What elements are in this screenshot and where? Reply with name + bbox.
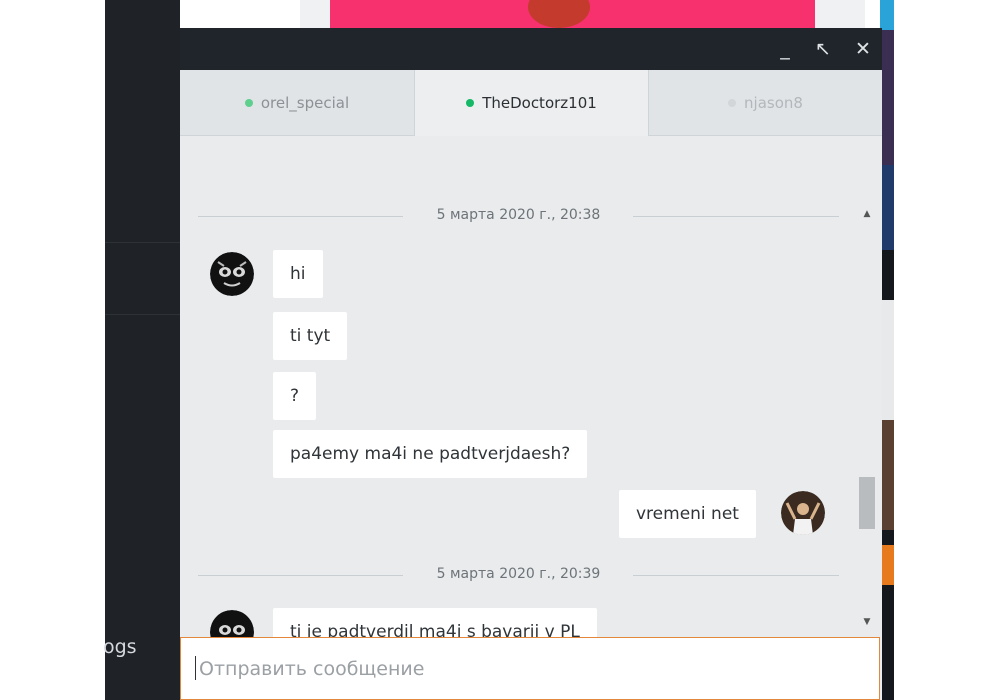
incoming-message: pa4emy ma4i ne padtverjdaesh?	[273, 430, 588, 478]
tab-orel-special[interactable]: orel_special	[180, 70, 414, 136]
incoming-message: ?	[273, 372, 317, 420]
scroll-up-arrow-icon[interactable]: ▲	[858, 206, 876, 222]
date-separator: 5 марта 2020 г., 20:39	[198, 566, 839, 586]
tab-thedoctorz101[interactable]: TheDoctorz101	[415, 70, 648, 136]
offline-status-dot	[728, 98, 737, 107]
background-banner-image	[528, 0, 590, 28]
tab-label: njason8	[744, 93, 803, 112]
online-status-dot	[244, 98, 253, 107]
date-label: 5 марта 2020 г., 20:39	[436, 566, 601, 582]
message-input-box[interactable]	[180, 637, 880, 700]
divider	[105, 242, 180, 243]
incoming-message: ti tyt	[273, 312, 348, 360]
tab-njason8[interactable]: njason8	[649, 70, 882, 136]
scroll-down-arrow-icon[interactable]: ▼	[858, 614, 876, 630]
close-button[interactable]: ✕	[850, 36, 876, 62]
chat-window: _ ↖ ✕ orel_special TheDoctorz101 njason8…	[180, 28, 882, 700]
text-caret	[195, 656, 196, 680]
messages-scrollbar[interactable]: ▲ ▼	[858, 206, 876, 636]
user-avatar[interactable]	[210, 252, 254, 296]
background-banner	[330, 0, 815, 28]
tab-label: TheDoctorz101	[482, 94, 597, 112]
my-avatar[interactable]	[781, 491, 825, 535]
minimize-button[interactable]: _	[772, 36, 798, 62]
outgoing-message: vremeni net	[619, 490, 756, 538]
divider	[105, 314, 180, 315]
expand-button[interactable]: ↖	[810, 36, 836, 62]
incoming-message: hi	[273, 250, 323, 298]
background-right-strip	[880, 0, 894, 700]
background-left-panel: ogs	[103, 0, 180, 700]
chat-tabs: orel_special TheDoctorz101 njason8	[180, 70, 882, 136]
message-input[interactable]	[197, 650, 861, 688]
date-separator: 5 марта 2020 г., 20:38	[198, 207, 839, 227]
background-text: ogs	[103, 636, 137, 658]
scrollbar-thumb[interactable]	[859, 477, 875, 529]
date-label: 5 марта 2020 г., 20:38	[436, 207, 601, 223]
online-status-dot	[466, 99, 475, 107]
tab-label: orel_special	[260, 93, 350, 112]
chat-titlebar: _ ↖ ✕	[180, 28, 882, 70]
